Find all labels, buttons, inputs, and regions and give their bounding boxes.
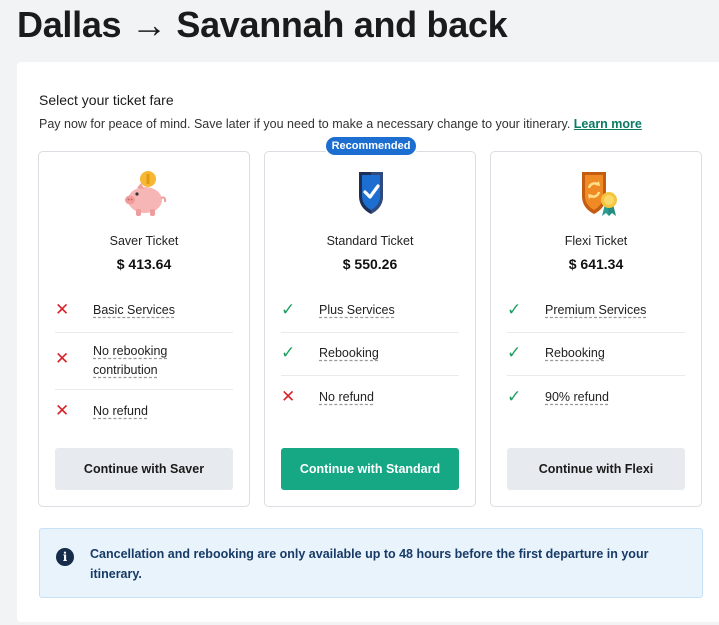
feature-label[interactable]: 90% refund xyxy=(545,388,609,407)
check-icon: ✓ xyxy=(507,300,522,319)
check-icon: ✓ xyxy=(281,343,296,362)
feature-label[interactable]: No refund xyxy=(319,388,374,407)
continue-standard-button[interactable]: Continue with Standard xyxy=(281,448,459,490)
feature-label[interactable]: Plus Services xyxy=(319,301,395,320)
card-price: $ 641.34 xyxy=(568,256,624,272)
check-icon: ✓ xyxy=(507,387,522,406)
feature-label[interactable]: Premium Services xyxy=(545,301,646,320)
cross-icon: ✕ xyxy=(55,401,70,420)
piggy-bank-icon xyxy=(125,171,167,216)
subtext: Pay now for peace of mind. Save later if… xyxy=(39,117,574,131)
fare-card-flexi[interactable]: Flexi Ticket $ 641.34 ✓ Premium Services… xyxy=(490,151,702,507)
check-icon: ✓ xyxy=(281,300,296,319)
feature-label[interactable]: Basic Services xyxy=(93,301,175,320)
info-text: Cancellation and rebooking are only avai… xyxy=(90,547,649,581)
continue-flexi-button[interactable]: Continue with Flexi xyxy=(507,448,685,490)
fare-selection-panel: Select your ticket fare Pay now for peac… xyxy=(17,62,719,622)
info-icon: i xyxy=(56,548,74,566)
feature-item: ✓ Rebooking xyxy=(281,344,459,376)
feature-item: ✓ Rebooking xyxy=(507,344,685,376)
info-notice: i Cancellation and rebooking are only av… xyxy=(39,528,703,598)
section-subtext: Pay now for peace of mind. Save later if… xyxy=(39,117,642,131)
feature-item: ✕ No refund xyxy=(55,402,233,432)
page-title: Dallas → Savannah and back xyxy=(17,4,508,45)
check-icon: ✓ xyxy=(507,343,522,362)
card-price: $ 413.64 xyxy=(116,256,172,272)
feature-item: ✕ No rebooking contribution xyxy=(55,342,233,390)
fare-card-standard[interactable]: Recommended Standard Ticket $ 550.26 ✓ P… xyxy=(264,135,476,507)
fare-card-saver[interactable]: Saver Ticket $ 413.64 ✕ Basic Services ✕… xyxy=(38,151,250,507)
continue-saver-button[interactable]: Continue with Saver xyxy=(55,448,233,490)
feature-label[interactable]: No refund xyxy=(93,402,148,421)
flexi-badge-icon xyxy=(582,172,617,216)
feature-item: ✕ No refund xyxy=(281,388,459,418)
card-name: Flexi Ticket xyxy=(564,234,628,248)
feature-item: ✓ Premium Services xyxy=(507,301,685,333)
cross-icon: ✕ xyxy=(281,387,296,406)
card-name: Standard Ticket xyxy=(326,234,414,248)
cross-icon: ✕ xyxy=(55,300,70,319)
recommended-badge: Recommended xyxy=(324,135,418,157)
feature-label[interactable]: No rebooking contribution xyxy=(93,342,183,380)
section-heading: Select your ticket fare xyxy=(39,92,174,108)
feature-item: ✓ Plus Services xyxy=(281,301,459,333)
feature-label[interactable]: Rebooking xyxy=(319,344,379,363)
card-name: Saver Ticket xyxy=(109,234,179,248)
feature-item: ✓ 90% refund xyxy=(507,388,685,418)
learn-more-link[interactable]: Learn more xyxy=(574,117,642,131)
feature-label[interactable]: Rebooking xyxy=(545,344,605,363)
feature-item: ✕ Basic Services xyxy=(55,301,233,333)
card-price: $ 550.26 xyxy=(342,256,398,272)
shield-check-icon xyxy=(359,172,383,214)
cross-icon: ✕ xyxy=(55,349,70,368)
